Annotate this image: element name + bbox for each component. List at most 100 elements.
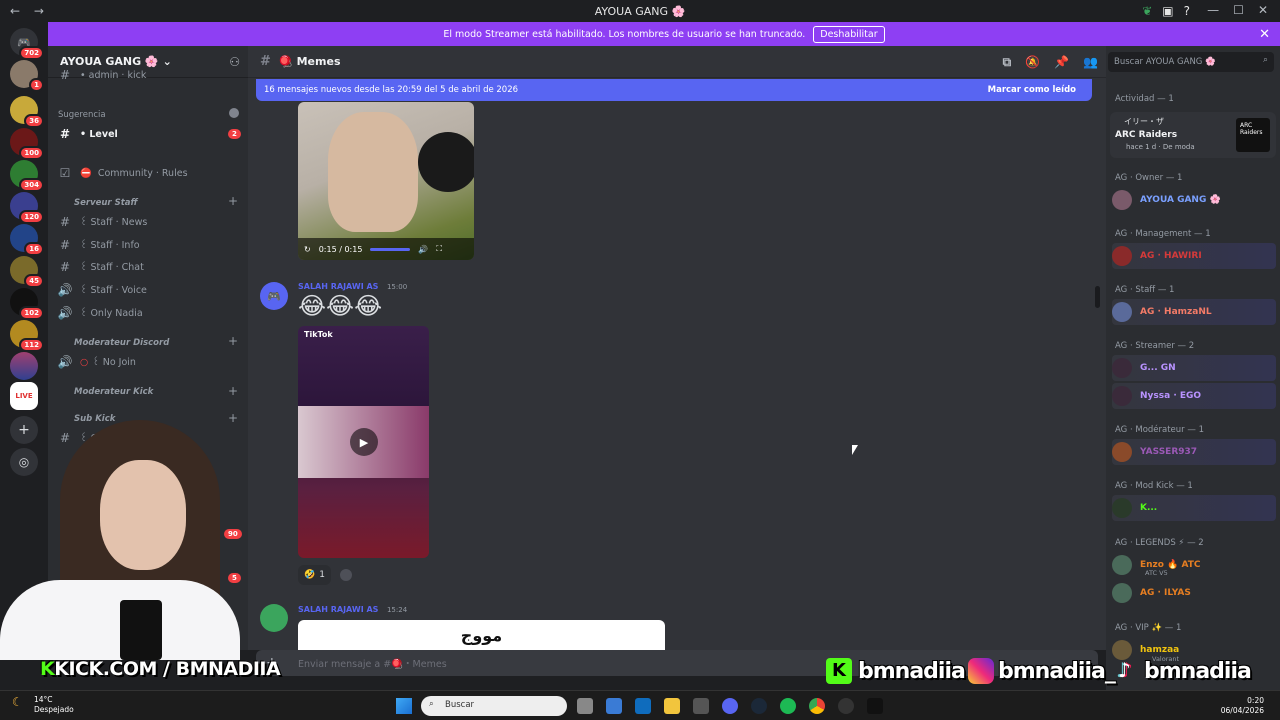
inbox-icon[interactable]: ▣ (1162, 4, 1173, 18)
composer-input[interactable]: Enviar mensaje a #🪀・Memes (298, 656, 447, 670)
scrollbar[interactable] (1095, 286, 1100, 308)
server-icon[interactable]: 1 (10, 60, 44, 92)
disable-button[interactable]: Deshabilitar (813, 25, 885, 43)
category-moderateur-kick[interactable]: Moderateur Kick (74, 387, 153, 397)
channel-community-rules[interactable]: ☑ ⛔ Community · Rules (56, 163, 242, 183)
help-icon[interactable]: ? (1184, 4, 1190, 18)
channel-staff-news[interactable]: # ꒰ Staff · News (56, 212, 242, 232)
add-channel-icon[interactable]: + (228, 384, 238, 398)
fullscreen-icon[interactable]: ⛶ (436, 244, 442, 254)
member-group-header: AG · Owner — 1 (1115, 173, 1183, 183)
tiktok-video[interactable]: TikTok ▶ (298, 326, 429, 558)
live-server-icon[interactable]: LIVE (10, 382, 38, 410)
username[interactable]: SALAH RAJAWI AS (298, 605, 378, 614)
taskbar-search[interactable]: ⌕ Buscar (421, 696, 567, 716)
reaction-count: 1 (319, 570, 325, 580)
maximize-button[interactable]: ☐ (1233, 3, 1244, 17)
weather-widget[interactable]: ☾ 14°C Despejado (12, 695, 74, 715)
outlook-icon[interactable] (635, 698, 651, 714)
member-item[interactable]: Nyssa · EGO (1112, 383, 1276, 409)
member-item[interactable]: Enzo 🔥 ATC (1112, 552, 1276, 578)
server-icon[interactable]: 100 (10, 128, 44, 160)
channel-admin-kick[interactable]: # • admin · kick (56, 68, 242, 82)
server-icon[interactable]: 304 (10, 160, 44, 192)
video-attachment[interactable]: ↻ 0:15 / 0:15 🔊 ⛶ (298, 102, 474, 260)
start-icon[interactable] (396, 698, 412, 714)
mark-as-read-button[interactable]: Marcar como leído (988, 85, 1076, 95)
channel-staff-chat[interactable]: # ꒰ Staff · Chat (56, 257, 242, 277)
volume-icon[interactable]: 🔊 (418, 245, 428, 254)
channel-level[interactable]: # • Level (56, 124, 242, 144)
kick-url-overlay: KKICK.COM / BMNADIIA (40, 658, 281, 680)
forward-icon[interactable]: → (34, 4, 44, 18)
discord-icon[interactable] (722, 698, 738, 714)
members-icon[interactable]: 👥 (1083, 55, 1098, 70)
leaf-icon[interactable]: ❦ (1142, 4, 1152, 18)
category-moderateur-discord[interactable]: Moderateur Discord (74, 338, 169, 348)
new-messages-bar[interactable]: 16 mensajes nuevos desde las 20:59 del 5… (256, 79, 1092, 101)
avatar (1112, 583, 1132, 603)
video-time: 0:15 / 0:15 (318, 244, 363, 254)
discord-home-icon[interactable]: 🎮 702 (10, 28, 44, 60)
dismiss-suggestion-icon[interactable] (229, 108, 239, 118)
server-icon[interactable]: 112 (10, 320, 44, 352)
reaction-chip[interactable]: 🤣 1 (298, 565, 331, 585)
clock[interactable]: 0:20 06/04/2026 (1221, 696, 1264, 716)
close-icon[interactable]: ✕ (1259, 27, 1270, 42)
channel-no-join[interactable]: 🔊 ○ ꒰ No Join (56, 352, 242, 372)
message-header: SALAH RAJAWI AS 15:00 (298, 282, 407, 291)
member-item[interactable]: AYOUA GANG 🌸 (1112, 187, 1276, 213)
search-input[interactable]: Buscar AYOUA GANG 🌸 ⌕ (1108, 52, 1274, 72)
hash-icon: # (260, 54, 271, 69)
back-icon[interactable]: ← (10, 4, 20, 18)
obs-icon[interactable] (838, 698, 854, 714)
server-icon[interactable]: 120 (10, 192, 44, 224)
server-icon[interactable]: 45 (10, 256, 44, 288)
window-controls: — ☐ ✕ (1207, 3, 1268, 17)
activity-card[interactable]: イリー・ザ ARC Raiders hace 1 d · De moda ARC… (1110, 112, 1276, 158)
add-member-icon[interactable]: ⚇ (229, 55, 240, 69)
capture-icon[interactable] (693, 698, 709, 714)
add-reaction-icon[interactable] (340, 569, 352, 581)
progress-bar[interactable] (370, 247, 411, 251)
steam-icon[interactable] (751, 698, 767, 714)
channel-only-nadia[interactable]: 🔊 ꒰ Only Nadia (56, 303, 242, 323)
server-icon[interactable]: 102 (10, 288, 44, 320)
avatar (1112, 358, 1132, 378)
mute-bell-icon[interactable]: 🔕 (1025, 55, 1040, 70)
replay-icon[interactable]: ↻ (304, 245, 311, 254)
server-icon[interactable] (10, 352, 38, 380)
category-serveur-staff[interactable]: Serveur Staff (74, 198, 138, 208)
member-item[interactable]: K... (1112, 495, 1276, 521)
chrome-icon[interactable] (809, 698, 825, 714)
server-icon[interactable]: 36 (10, 96, 44, 128)
member-item[interactable]: YASSER937 (1112, 439, 1276, 465)
member-item[interactable]: AG · ILYAS (1112, 580, 1276, 606)
channel-staff-info[interactable]: # ꒰ Staff · Info (56, 235, 242, 255)
minimize-button[interactable]: — (1207, 3, 1219, 17)
store-icon[interactable] (606, 698, 622, 714)
hash-icon: # (59, 68, 71, 82)
image-attachment[interactable]: مووج (298, 620, 665, 650)
member-item[interactable]: AG · HamzaNL (1112, 299, 1276, 325)
add-channel-icon[interactable]: + (228, 334, 238, 348)
image-text: مووج (460, 625, 503, 645)
play-icon[interactable]: ▶ (350, 428, 378, 456)
member-item[interactable]: G... GN (1112, 355, 1276, 381)
pin-icon[interactable]: 📌 (1054, 55, 1069, 70)
username[interactable]: SALAH RAJAWI AS (298, 282, 378, 291)
member-item[interactable]: AG · HAWIRI (1112, 243, 1276, 269)
kick-app-icon[interactable] (867, 698, 883, 714)
explorer-icon[interactable] (664, 698, 680, 714)
spotify-icon[interactable] (780, 698, 796, 714)
task-view-icon[interactable] (577, 698, 593, 714)
threads-icon[interactable]: ⧉ (1003, 55, 1012, 70)
server-icon[interactable]: 16 (10, 224, 44, 256)
avatar[interactable] (260, 604, 288, 632)
member-name: Nyssa · EGO (1140, 391, 1202, 401)
add-channel-icon[interactable]: + (228, 194, 238, 208)
avatar[interactable]: 🎮 (260, 282, 288, 310)
close-button[interactable]: ✕ (1258, 3, 1268, 17)
channel-staff-voice[interactable]: 🔊 ꒰ Staff · Voice (56, 280, 242, 300)
badge: 702 (19, 46, 44, 60)
